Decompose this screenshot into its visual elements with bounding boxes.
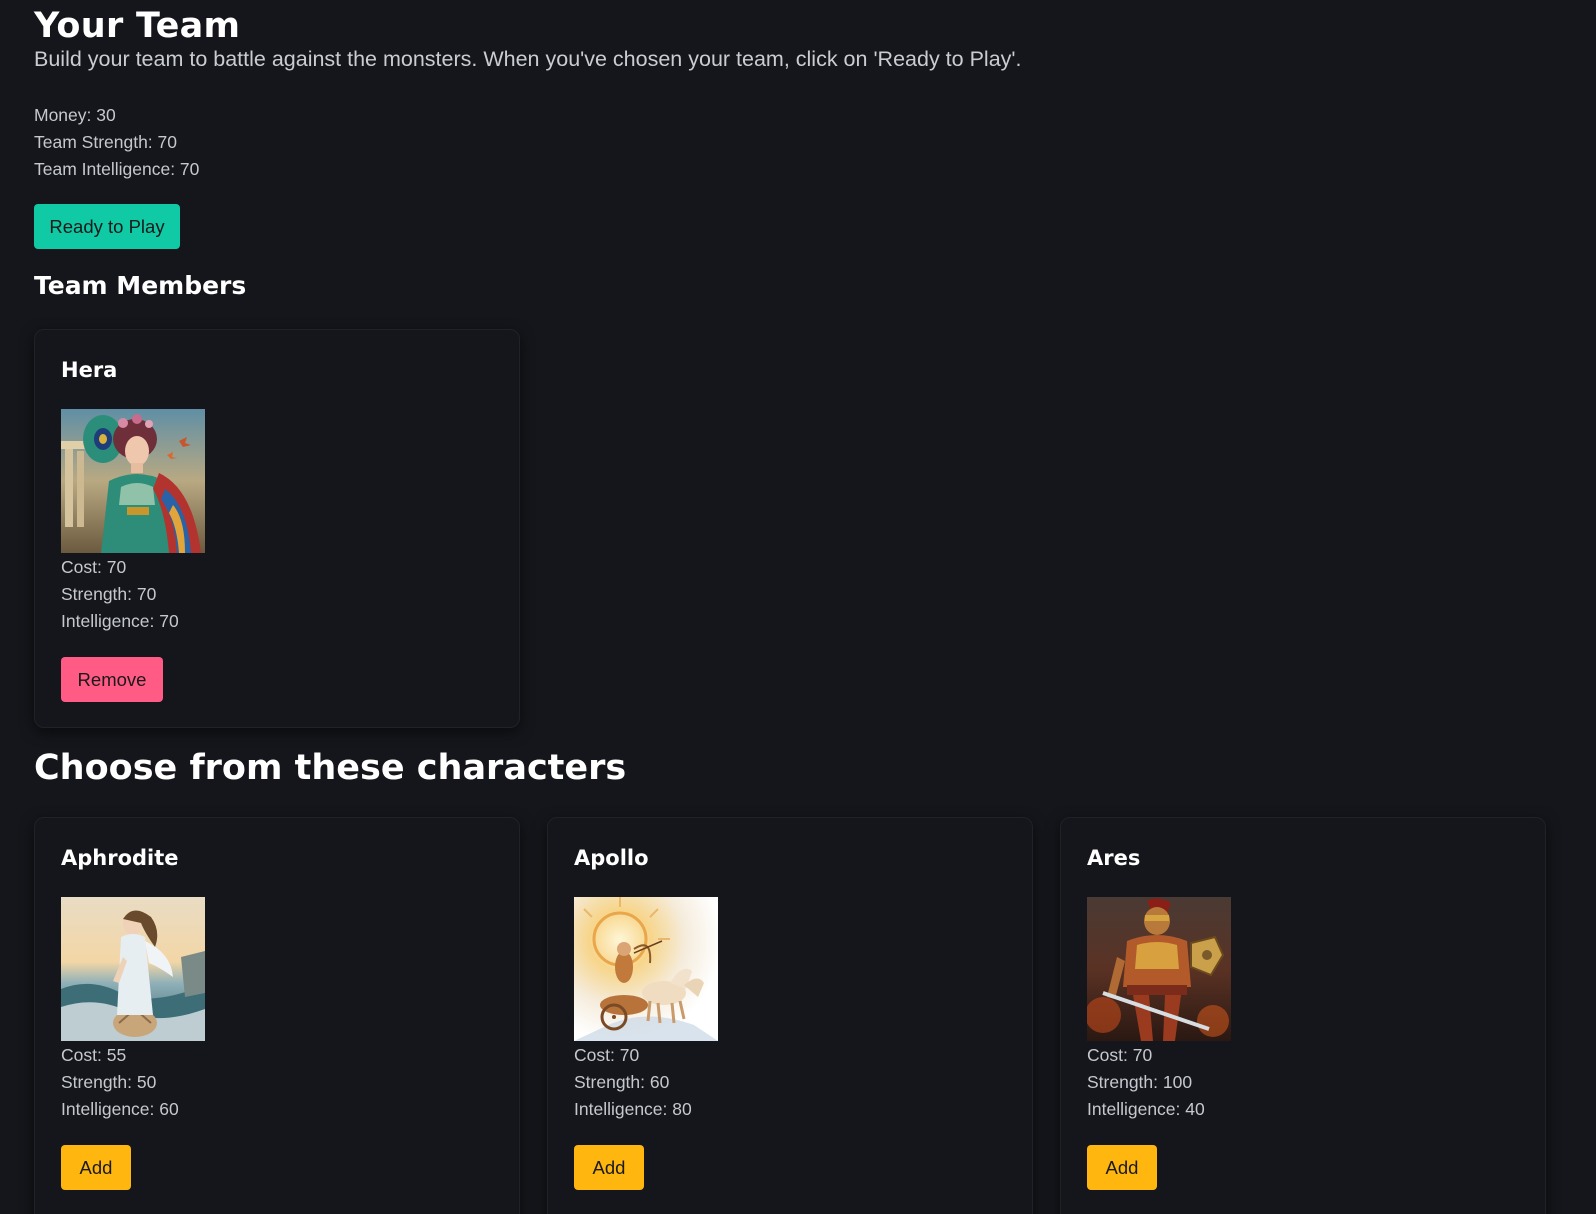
character-card-apollo: Apollo Cost: 70 Strength: 60 Intelligenc… <box>547 817 1033 1214</box>
character-name: Aphrodite <box>61 846 179 870</box>
add-button[interactable]: Add <box>61 1145 131 1190</box>
team-builder-page: Your Team Build your team to battle agai… <box>0 0 1596 1214</box>
ready-to-play-button[interactable]: Ready to Play <box>34 204 180 249</box>
character-stats: Cost: 70 Strength: 60 Intelligence: 80 <box>574 1042 692 1123</box>
team-intelligence-stat: Team Intelligence: 70 <box>34 159 200 179</box>
character-name: Apollo <box>574 846 649 870</box>
character-stats: Cost: 55 Strength: 50 Intelligence: 60 <box>61 1042 179 1123</box>
strength-stat: Strength: 100 <box>1087 1072 1193 1092</box>
page-subtitle: Build your team to battle against the mo… <box>34 47 1022 71</box>
character-name: Ares <box>1087 846 1141 870</box>
intelligence-stat: Intelligence: 60 <box>61 1099 179 1119</box>
remove-button[interactable]: Remove <box>61 657 163 702</box>
choose-characters-heading: Choose from these characters <box>34 748 627 788</box>
cost-stat: Cost: 70 <box>574 1045 640 1065</box>
page-title: Your Team <box>34 6 241 46</box>
character-card-ares: Ares Cost: 70 Strength: 100 Intelligence… <box>1060 817 1546 1214</box>
character-stats: Cost: 70 Strength: 70 Intelligence: 70 <box>61 554 179 635</box>
strength-stat: Strength: 60 <box>574 1072 670 1092</box>
ares-portrait <box>1087 897 1231 1041</box>
cost-stat: Cost: 55 <box>61 1045 127 1065</box>
team-members-heading: Team Members <box>34 271 247 300</box>
team-strength-stat: Team Strength: 70 <box>34 132 177 152</box>
hera-portrait <box>61 409 205 553</box>
intelligence-stat: Intelligence: 80 <box>574 1099 692 1119</box>
character-stats: Cost: 70 Strength: 100 Intelligence: 40 <box>1087 1042 1205 1123</box>
add-button[interactable]: Add <box>574 1145 644 1190</box>
strength-stat: Strength: 50 <box>61 1072 157 1092</box>
cost-stat: Cost: 70 <box>1087 1045 1153 1065</box>
team-member-card-hera: Hera Cost: 70 Strength: 70 Intelligence:… <box>34 329 520 728</box>
add-button[interactable]: Add <box>1087 1145 1157 1190</box>
money-stat: Money: 30 <box>34 105 116 125</box>
character-card-aphrodite: Aphrodite Cost: 55 Strength: 50 Intellig… <box>34 817 520 1214</box>
intelligence-stat: Intelligence: 40 <box>1087 1099 1205 1119</box>
cost-stat: Cost: 70 <box>61 557 127 577</box>
character-name: Hera <box>61 358 118 382</box>
strength-stat: Strength: 70 <box>61 584 157 604</box>
apollo-portrait <box>574 897 718 1041</box>
aphrodite-portrait <box>61 897 205 1041</box>
team-stats: Money: 30 Team Strength: 70 Team Intelli… <box>34 102 199 183</box>
intelligence-stat: Intelligence: 70 <box>61 611 179 631</box>
